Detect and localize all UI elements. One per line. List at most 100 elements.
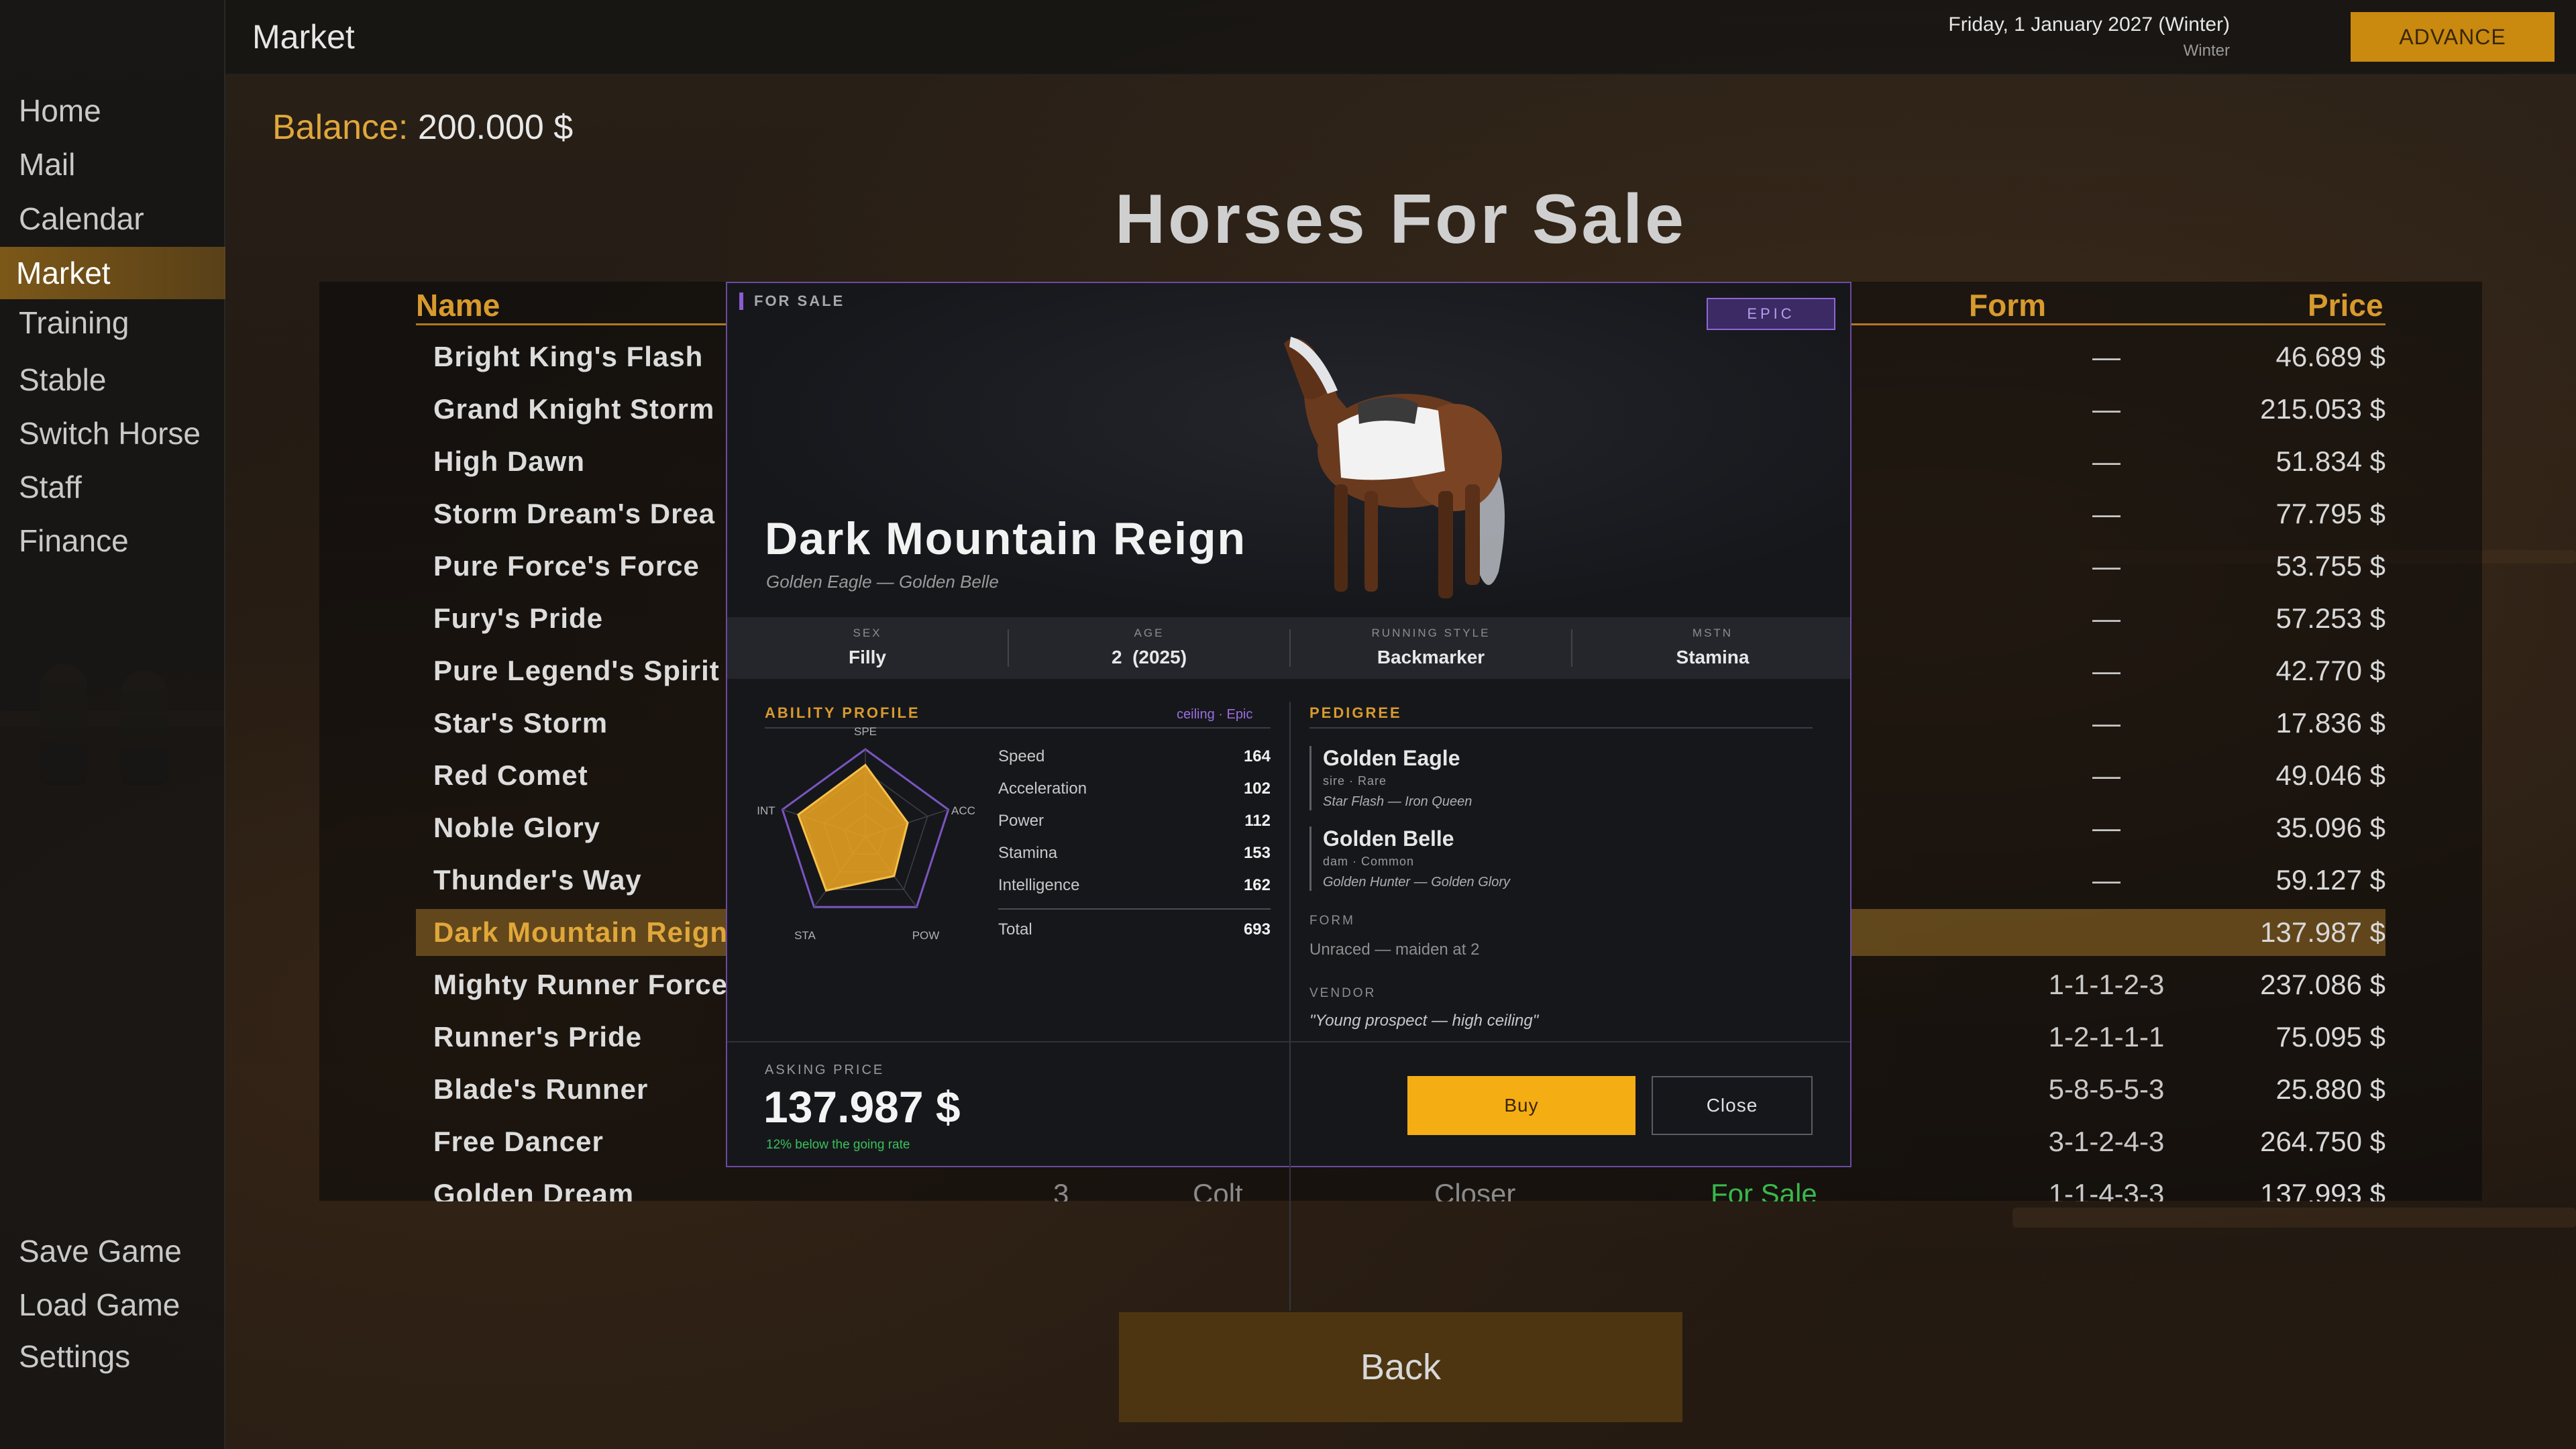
info-sex-value: Filly <box>848 647 886 667</box>
vendor-label: VENDOR <box>1309 986 1377 1000</box>
horse-name: Thunder's Way <box>433 864 642 896</box>
sidebar-item-save-game[interactable]: Save Game <box>0 1225 225 1277</box>
radar-axis-acc: ACC <box>951 804 975 817</box>
sidebar-item-calendar[interactable]: Calendar <box>0 193 225 245</box>
horse-form: 1-1-1-2-3 <box>2048 969 2165 1000</box>
pedigree-sire: Golden Eagle sire · Rare Star Flash — Ir… <box>1309 746 1806 820</box>
horse-price: 53.755 $ <box>2275 550 2386 582</box>
horse-form: 5-8-5-5-3 <box>2048 1073 2165 1105</box>
sidebar-item-stable[interactable]: Stable <box>0 354 225 406</box>
info-running-style-value: Backmarker <box>1377 647 1485 667</box>
horse-image <box>1284 337 1505 598</box>
sidebar: Home Mail Calendar Market Training Stabl… <box>0 0 225 1449</box>
back-button[interactable]: Back <box>1119 1312 1682 1422</box>
close-button[interactable]: Close <box>1652 1076 1813 1135</box>
screen-title: Market <box>252 18 355 56</box>
sidebar-item-load-game[interactable]: Load Game <box>0 1279 225 1331</box>
horse-form: — <box>2092 812 2121 843</box>
info-age: AGE 2 (2025) <box>1009 617 1289 679</box>
radar-axis-pow: POW <box>912 929 940 942</box>
horse-form: — <box>2092 655 2121 686</box>
horse-price: 264.750 $ <box>2260 1126 2385 1157</box>
modal-column-divider <box>1289 702 1291 1311</box>
info-running-style-label: RUNNING STYLE <box>1371 627 1491 639</box>
sidebar-item-mail[interactable]: Mail <box>0 138 225 191</box>
date-label: Friday, 1 January 2027 (Winter) <box>1948 13 2230 36</box>
sidebar-item-training[interactable]: Training <box>0 297 225 349</box>
stat-name: Intelligence <box>998 876 1080 894</box>
horse-price: 59.127 $ <box>2275 864 2386 896</box>
season-label: Winter <box>2183 42 2230 60</box>
horse-name: Dark Mountain Reign <box>433 916 729 948</box>
horse-name: Blade's Runner <box>433 1073 649 1105</box>
horse-price: 77.795 $ <box>2275 498 2386 529</box>
background-counter <box>2012 1208 2576 1228</box>
horse-price: 75.095 $ <box>2275 1021 2386 1053</box>
horse-name: Red Comet <box>433 759 588 791</box>
table-row[interactable]: Golden Dream 3 Colt Closer For Sale 1-1-… <box>416 1171 2385 1201</box>
sidebar-item-market[interactable]: Market <box>0 247 225 299</box>
horse-form: — <box>2092 393 2121 425</box>
horse-price: 25.880 $ <box>2275 1073 2386 1105</box>
stat-name: Acceleration <box>998 780 1087 798</box>
pedigree-bar <box>1309 826 1311 891</box>
horse-status: For Sale <box>1711 1178 1817 1201</box>
stat-value: 112 <box>1244 812 1271 830</box>
horse-detail-modal: FOR SALE EPIC Dark Mountain Reign Golden… <box>726 282 1851 1311</box>
horse-price: 42.770 $ <box>2275 655 2386 686</box>
info-sex-label: SEX <box>853 627 882 639</box>
page-title: Horses For Sale <box>1115 180 1686 258</box>
radar-axis-int: INT <box>757 804 775 817</box>
sidebar-item-finance[interactable]: Finance <box>0 515 225 567</box>
stat-speed: Speed 164 <box>998 741 1271 773</box>
info-mstn-label: MSTN <box>1692 627 1733 639</box>
column-header-form[interactable]: Form <box>1969 287 2046 323</box>
asking-price-value: 137.987 $ <box>763 1082 961 1132</box>
pedigree-title: PEDIGREE <box>1309 704 1402 721</box>
stat-name: Power <box>998 812 1044 830</box>
sidebar-item-switch-horse[interactable]: Switch Horse <box>0 407 225 460</box>
balance-label: Balance: <box>272 108 409 147</box>
form-label: FORM <box>1309 914 1355 928</box>
radar-value-shape <box>797 763 909 892</box>
horse-form: — <box>2092 550 2121 582</box>
info-sex: SEX Filly <box>727 617 1008 679</box>
horse-price: 215.053 $ <box>2260 393 2385 425</box>
sire-meta: sire · Rare <box>1323 774 1387 788</box>
stat-total-value: 693 <box>1243 920 1271 938</box>
horse-name: Noble Glory <box>433 812 601 843</box>
for-sale-marker <box>739 292 743 310</box>
horse-price: 49.046 $ <box>2275 759 2386 791</box>
stat-name: Speed <box>998 747 1045 765</box>
stat-total-divider <box>998 908 1271 910</box>
stat-total-label: Total <box>998 920 1032 938</box>
info-age-value: 2 (2025) <box>1111 647 1187 667</box>
advance-button[interactable]: ADVANCE <box>2351 12 2555 62</box>
buy-button[interactable]: Buy <box>1407 1076 1635 1135</box>
rarity-badge: EPIC <box>1707 298 1835 330</box>
sidebar-item-home[interactable]: Home <box>0 85 225 137</box>
info-mstn-value: Stamina <box>1676 647 1750 667</box>
asking-price-label: ASKING PRICE <box>765 1063 885 1077</box>
horse-name: Bright King's Flash <box>433 341 704 372</box>
sidebar-item-settings[interactable]: Settings <box>0 1330 225 1383</box>
sidebar-item-staff[interactable]: Staff <box>0 461 225 513</box>
pedigree-divider <box>1309 727 1813 729</box>
balance: Balance: 200.000 $ <box>272 107 573 148</box>
horse-price: 137.987 $ <box>2260 916 2385 948</box>
column-header-price[interactable]: Price <box>2308 287 2383 323</box>
horse-price: 57.253 $ <box>2275 602 2386 634</box>
info-running-style: RUNNING STYLE Backmarker <box>1291 617 1571 679</box>
dam-parents: Golden Hunter — Golden Glory <box>1323 875 1511 890</box>
horse-form: — <box>2092 759 2121 791</box>
column-header-name[interactable]: Name <box>416 287 500 323</box>
horse-name: Storm Dream's Drea <box>433 498 716 529</box>
horse-name: Pure Legend's Spirit <box>433 655 720 686</box>
for-sale-label: FOR SALE <box>754 292 845 309</box>
horse-price: 17.836 $ <box>2275 707 2386 739</box>
horse-price: 35.096 $ <box>2275 812 2386 843</box>
horse-name: Pure Force's Force <box>433 550 700 582</box>
info-age-label: AGE <box>1134 627 1165 639</box>
horse-name: Fury's Pride <box>433 602 604 634</box>
horse-form: 3-1-2-4-3 <box>2048 1126 2165 1157</box>
